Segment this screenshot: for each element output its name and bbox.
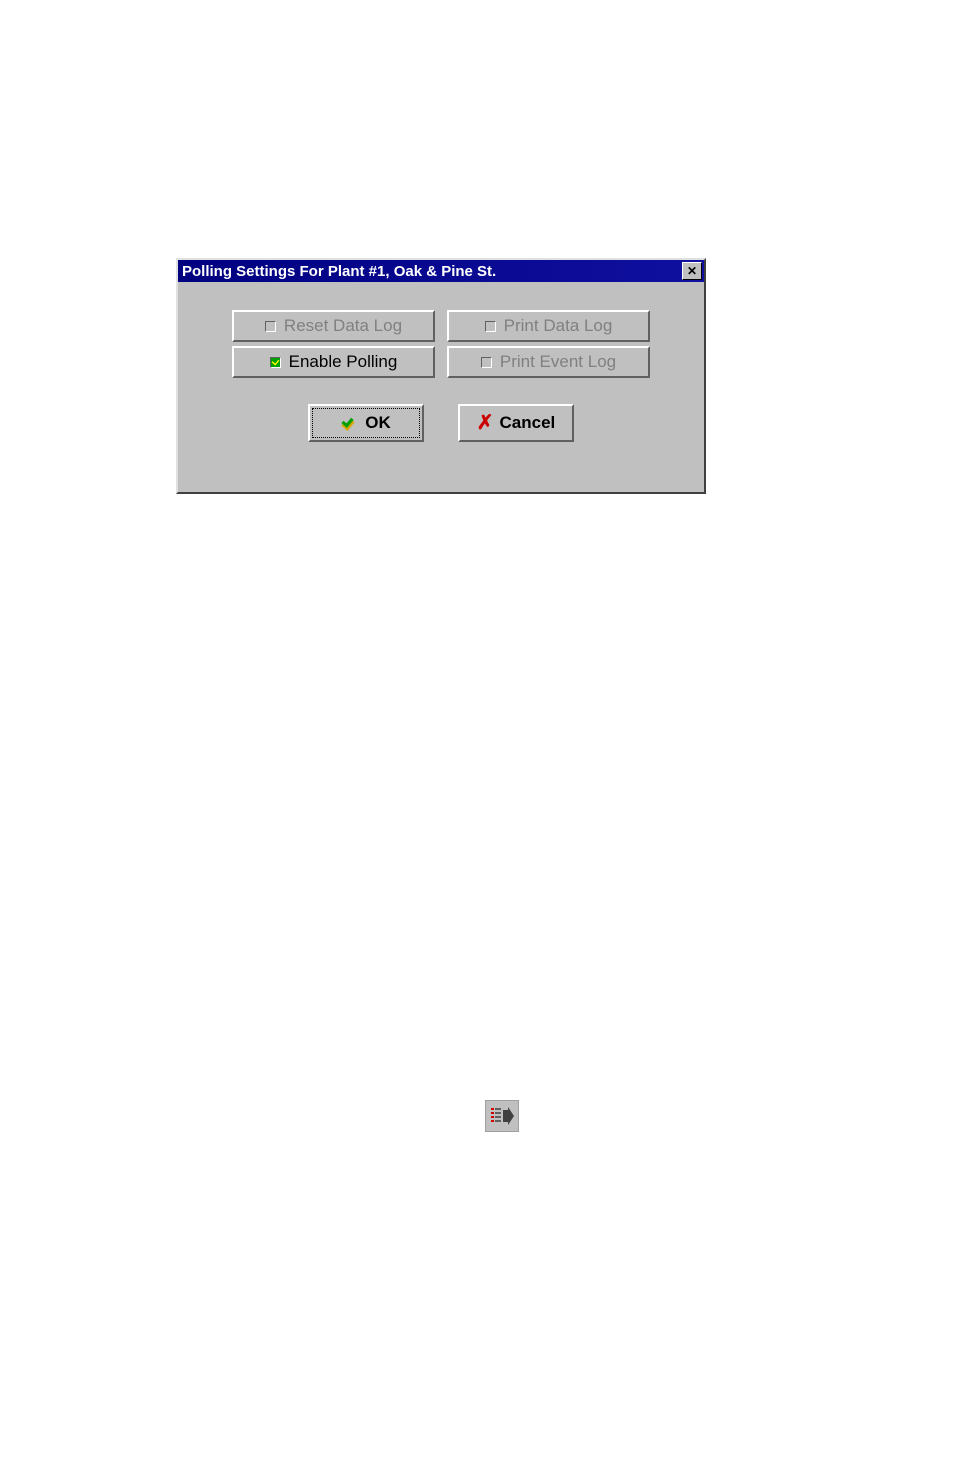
checkbox-icon xyxy=(485,321,496,332)
checkbox-checked-icon xyxy=(270,357,281,368)
close-button[interactable]: ✕ xyxy=(682,262,702,280)
dialog-title: Polling Settings For Plant #1, Oak & Pin… xyxy=(182,263,496,280)
enable-polling-label: Enable Polling xyxy=(289,352,398,372)
cancel-button[interactable]: ✗ Cancel xyxy=(458,404,574,442)
check-icon xyxy=(341,414,359,432)
print-event-log-label: Print Event Log xyxy=(500,352,616,372)
action-row: OK ✗ Cancel xyxy=(232,404,650,442)
ok-label: OK xyxy=(365,413,391,433)
print-data-log-button[interactable]: Print Data Log xyxy=(447,310,650,342)
dialog-body: Reset Data Log Print Data Log Enable Pol… xyxy=(178,282,704,460)
print-data-log-label: Print Data Log xyxy=(504,316,613,336)
options-grid: Reset Data Log Print Data Log Enable Pol… xyxy=(232,310,650,378)
reset-data-log-button[interactable]: Reset Data Log xyxy=(232,310,435,342)
cancel-label: Cancel xyxy=(500,413,556,433)
reset-data-log-label: Reset Data Log xyxy=(284,316,402,336)
ok-button[interactable]: OK xyxy=(308,404,424,442)
close-icon: ✕ xyxy=(687,265,697,277)
poll-icon[interactable] xyxy=(485,1100,519,1132)
print-event-log-button[interactable]: Print Event Log xyxy=(447,346,650,378)
x-icon: ✗ xyxy=(477,413,494,433)
polling-settings-dialog: Polling Settings For Plant #1, Oak & Pin… xyxy=(176,258,706,494)
checkbox-icon xyxy=(265,321,276,332)
checkbox-icon xyxy=(481,357,492,368)
enable-polling-button[interactable]: Enable Polling xyxy=(232,346,435,378)
list-arrow-icon xyxy=(490,1106,514,1126)
titlebar: Polling Settings For Plant #1, Oak & Pin… xyxy=(178,260,704,282)
